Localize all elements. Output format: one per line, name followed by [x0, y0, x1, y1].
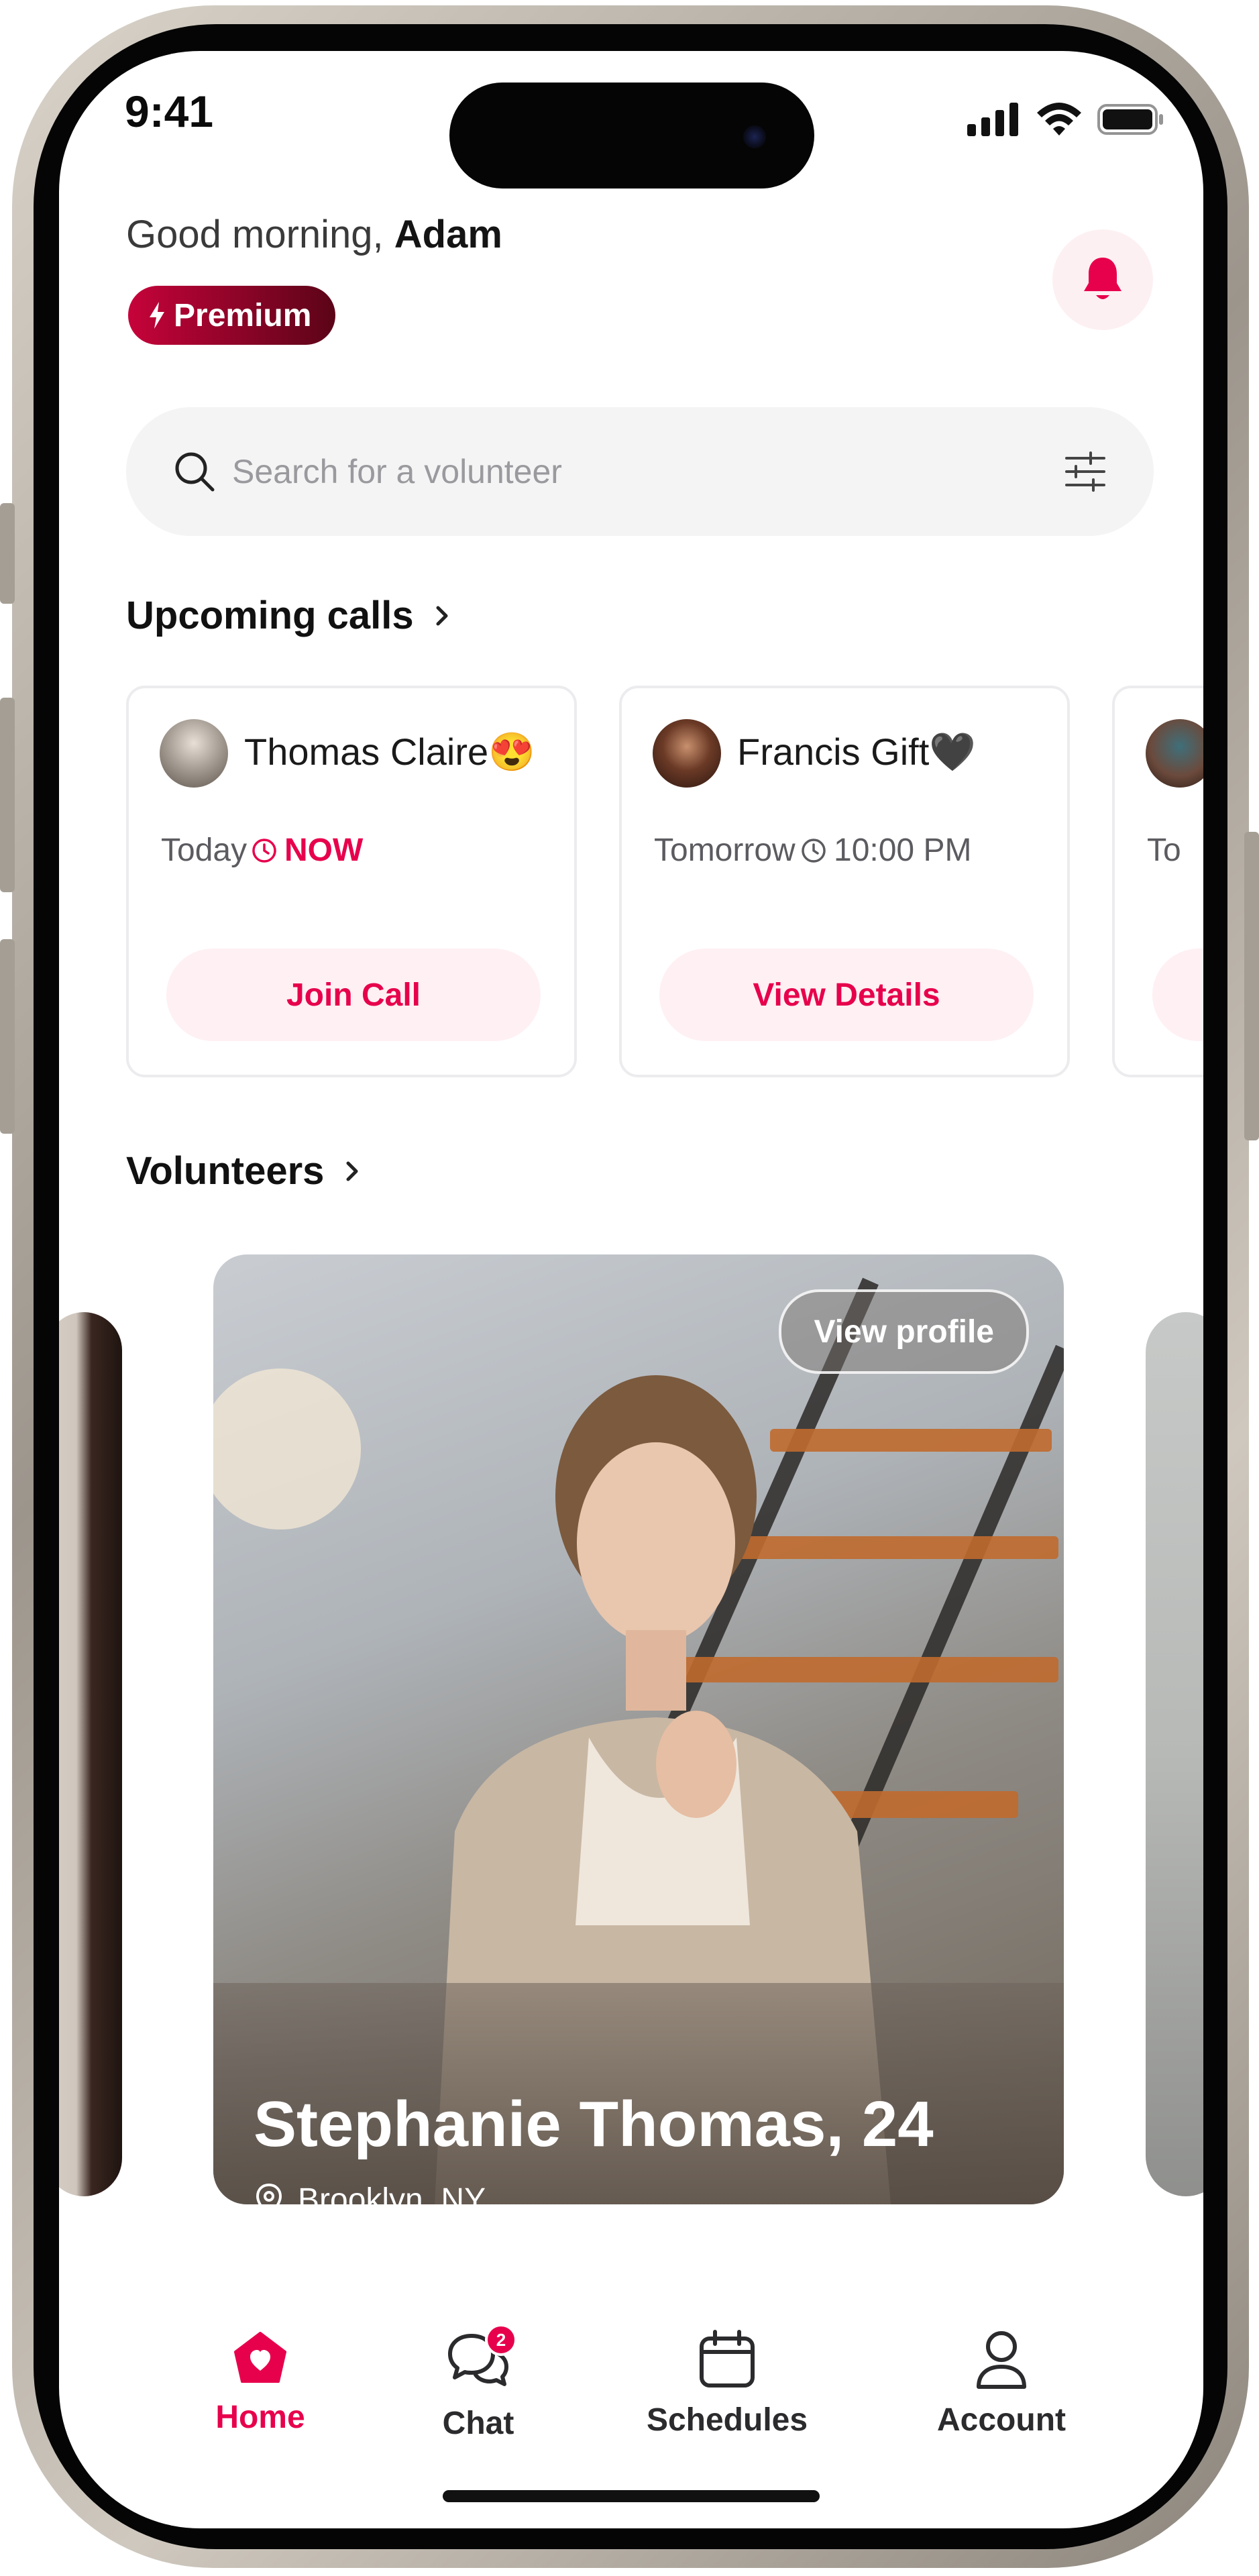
volunteer-name: Stephanie Thomas, 24 [254, 2088, 934, 2160]
home-indicator[interactable] [443, 2490, 820, 2502]
status-icons [967, 102, 1164, 137]
volunteers-title: Volunteers [126, 1149, 325, 1193]
premium-badge[interactable]: Premium [128, 286, 336, 345]
search-input[interactable]: Search for a volunteer [232, 407, 562, 536]
call-contact-name: Thomas Claire😍 [244, 731, 535, 773]
volunteer-location: Brooklyn, NY [255, 2182, 486, 2204]
volume-up-button [0, 698, 15, 892]
call-time: 10:00 PM [800, 832, 971, 869]
tab-home[interactable]: Home [160, 2329, 361, 2436]
search-icon [173, 450, 216, 496]
greeting-prefix: Good morning, [126, 213, 384, 256]
tab-schedules-label: Schedules [646, 2402, 808, 2438]
upcoming-calls-carousel[interactable]: Thomas Claire😍 Today NOW Join Call Franc… [59, 686, 1203, 1088]
tab-account-label: Account [937, 2402, 1066, 2438]
user-name: Adam [394, 213, 502, 256]
tab-schedules[interactable]: Schedules [626, 2329, 828, 2438]
call-time-label: NOW [284, 833, 364, 868]
upcoming-calls-header[interactable]: Upcoming calls [126, 593, 450, 638]
call-day: To [1147, 833, 1181, 868]
lightning-icon [150, 302, 164, 329]
view-profile-button[interactable]: View profile [779, 1289, 1029, 1374]
dynamic-island [449, 83, 814, 189]
notifications-button[interactable] [1052, 229, 1153, 330]
app-screen: 9:41 Good morning, Adam Premium Search f… [59, 51, 1203, 2528]
tab-chat[interactable]: 2 Chat [378, 2324, 579, 2442]
action-button [0, 503, 15, 604]
call-card[interactable]: To [1112, 686, 1203, 1077]
clock-icon [252, 838, 276, 863]
power-button [1244, 832, 1259, 1140]
location-pin-icon [256, 2183, 282, 2204]
wifi-icon [1037, 103, 1081, 136]
chevron-right-icon [436, 606, 448, 625]
volunteer-card-previous[interactable] [59, 1312, 122, 2196]
chat-badge: 2 [485, 2324, 517, 2356]
call-card[interactable]: Thomas Claire😍 Today NOW Join Call [126, 686, 577, 1077]
upcoming-calls-title: Upcoming calls [126, 594, 414, 637]
tab-account[interactable]: Account [901, 2329, 1102, 2438]
call-day: Tomorrow [654, 833, 796, 868]
call-day: Today [161, 833, 248, 868]
filter-icon[interactable] [1064, 450, 1107, 496]
tab-chat-label: Chat [442, 2406, 514, 2441]
chat-icon-wrap: 2 [445, 2324, 517, 2393]
volunteer-card-next[interactable] [1146, 1312, 1203, 2196]
volunteer-location-label: Brooklyn, NY [298, 2182, 486, 2204]
volunteers-header[interactable]: Volunteers [126, 1148, 360, 1193]
battery-icon [1097, 104, 1163, 135]
user-icon [977, 2331, 1026, 2389]
camera-dot [743, 125, 766, 148]
call-contact-name: Francis Gift🖤 [737, 731, 976, 773]
greeting: Good morning, Adam [126, 212, 502, 257]
avatar [160, 719, 228, 788]
chevron-right-icon [346, 1161, 358, 1181]
volunteer-card[interactable]: View profile Stephanie Thomas, 24 Brookl… [213, 1254, 1064, 2204]
tab-home-label: Home [215, 2400, 305, 2435]
cellular-signal-icon [967, 103, 1018, 136]
calendar-icon [700, 2330, 755, 2387]
clock-icon [802, 838, 826, 863]
avatar [1146, 719, 1203, 788]
bell-icon [1084, 258, 1121, 299]
call-time-label: 10:00 PM [834, 833, 972, 868]
volume-down-button [0, 939, 15, 1134]
premium-label: Premium [174, 297, 312, 333]
call-time: NOW [251, 832, 363, 869]
call-card[interactable]: Francis Gift🖤 Tomorrow 10:00 PM View Det… [619, 686, 1070, 1077]
avatar [653, 719, 721, 788]
home-heart-icon [234, 2332, 286, 2383]
join-call-button[interactable]: Join Call [166, 949, 541, 1041]
call-action-button[interactable] [1152, 949, 1203, 1041]
status-time: 9:41 [125, 87, 214, 136]
search-bar[interactable]: Search for a volunteer [126, 407, 1154, 536]
view-details-button[interactable]: View Details [659, 949, 1034, 1041]
